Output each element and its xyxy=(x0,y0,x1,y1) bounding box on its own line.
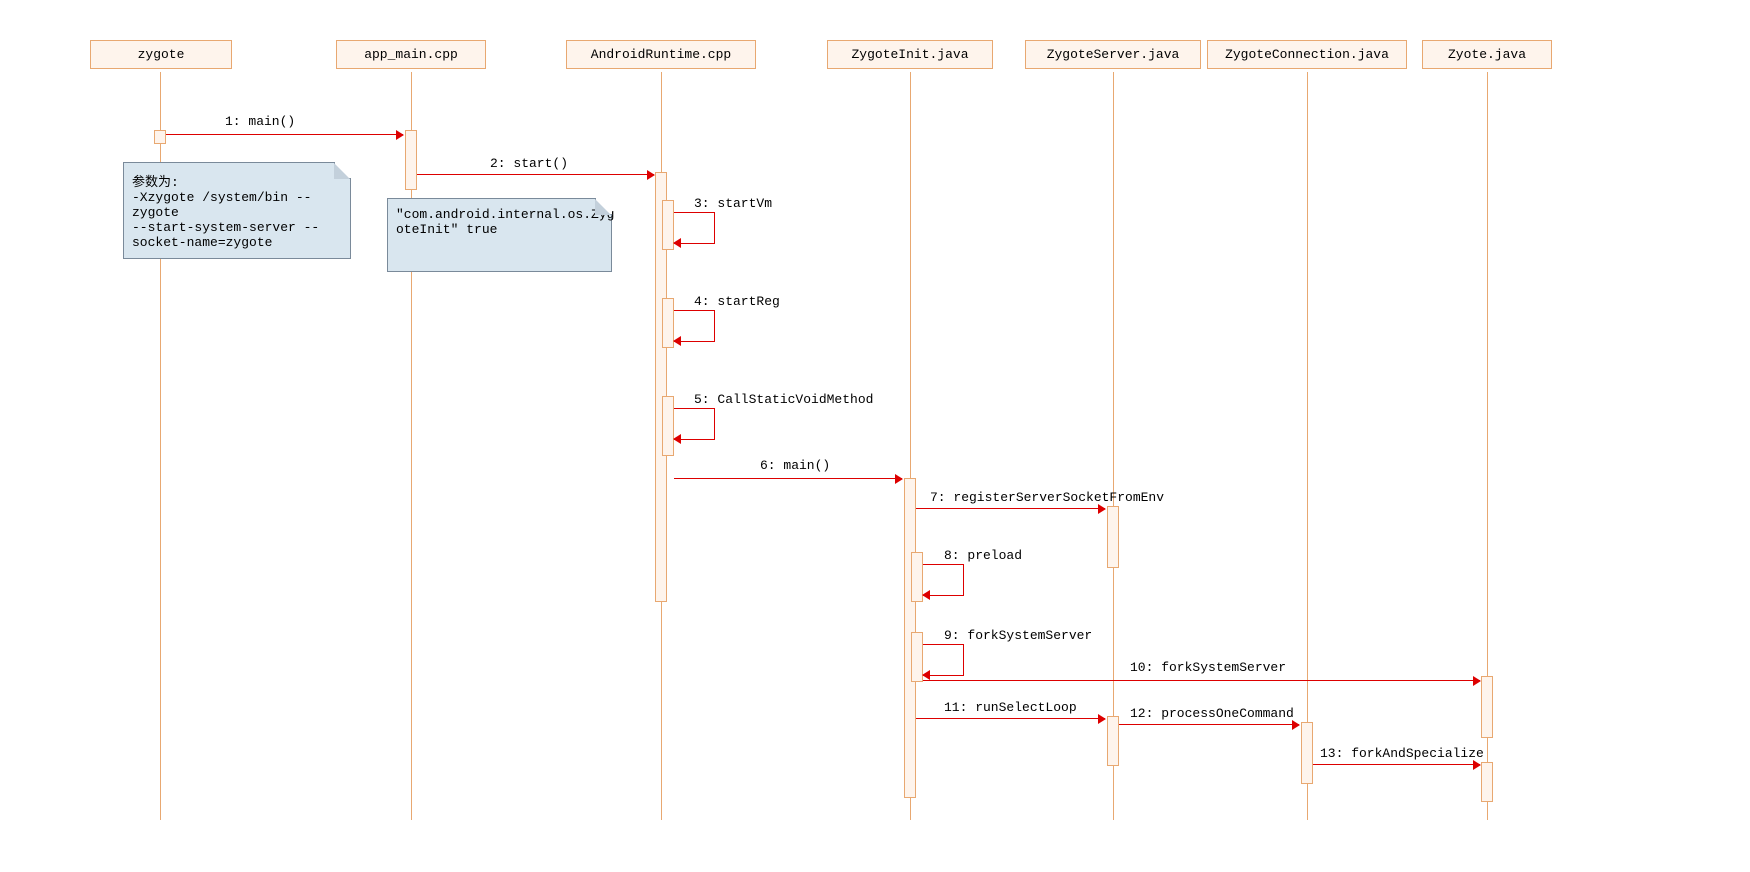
msg-label-8: 8: preload xyxy=(944,548,1022,563)
participant-zygoteserver: ZygoteServer.java xyxy=(1025,40,1201,69)
note-line: "com.android.internal.os.Zyg xyxy=(396,207,603,222)
participant-label: zygote xyxy=(138,47,185,62)
msg-label-3: 3: startVm xyxy=(694,196,772,211)
self-arrow-8 xyxy=(923,564,964,596)
participant-zygoteinit: ZygoteInit.java xyxy=(827,40,993,69)
note-fold-icon xyxy=(595,198,612,215)
msg-label-9: 9: forkSystemServer xyxy=(944,628,1092,643)
activation-zyote xyxy=(1481,676,1493,738)
msg-label-12: 12: processOneCommand xyxy=(1130,706,1294,721)
participant-androidruntime: AndroidRuntime.cpp xyxy=(566,40,756,69)
msg-label-4: 4: startReg xyxy=(694,294,780,309)
msg-label-11: 11: runSelectLoop xyxy=(944,700,1077,715)
msg-label-6: 6: main() xyxy=(760,458,830,473)
activation-zyote2 xyxy=(1481,762,1493,802)
activation-zygoteserver xyxy=(1107,506,1119,568)
note-line: oteInit" true xyxy=(396,222,603,237)
lifeline-zygoteconn xyxy=(1307,72,1308,820)
activation-androidruntime-callstatic xyxy=(662,396,674,456)
participant-appmain: app_main.cpp xyxy=(336,40,486,69)
msg-label-13: 13: forkAndSpecialize xyxy=(1320,746,1484,761)
activation-appmain xyxy=(405,130,417,190)
msg-label-2: 2: start() xyxy=(490,156,568,171)
lifeline-zygoteserver xyxy=(1113,72,1114,820)
activation-zygoteconn xyxy=(1301,722,1313,784)
note-line: socket-name=zygote xyxy=(132,235,342,250)
note-start-params: "com.android.internal.os.Zyg oteInit" tr… xyxy=(387,198,612,272)
msg-label-5: 5: CallStaticVoidMethod xyxy=(694,392,873,407)
participant-zyote: Zyote.java xyxy=(1422,40,1552,69)
participant-label: app_main.cpp xyxy=(364,47,458,62)
arrow-7 xyxy=(916,508,1105,509)
participant-label: ZygoteServer.java xyxy=(1047,47,1180,62)
self-arrow-9 xyxy=(923,644,964,676)
arrow-1 xyxy=(166,134,403,135)
self-arrow-4 xyxy=(674,310,715,342)
activation-zygote xyxy=(154,130,166,144)
participant-label: Zyote.java xyxy=(1448,47,1526,62)
arrow-10 xyxy=(923,680,1480,681)
arrow-2 xyxy=(417,174,654,175)
arrow-6 xyxy=(674,478,902,479)
note-line: 参数为: xyxy=(132,171,342,190)
participant-zygote: zygote xyxy=(90,40,232,69)
note-line: --start-system-server -- xyxy=(132,220,342,235)
note-fold-icon xyxy=(334,162,351,179)
participant-zygoteconn: ZygoteConnection.java xyxy=(1207,40,1407,69)
arrow-12 xyxy=(1119,724,1299,725)
self-arrow-3 xyxy=(674,212,715,244)
msg-label-7: 7: registerServerSocketFromEnv xyxy=(930,490,1164,505)
participant-label: ZygoteConnection.java xyxy=(1225,47,1389,62)
self-arrow-5 xyxy=(674,408,715,440)
msg-label-10: 10: forkSystemServer xyxy=(1130,660,1286,675)
activation-zygoteserver2 xyxy=(1107,716,1119,766)
arrow-11 xyxy=(916,718,1105,719)
participant-label: ZygoteInit.java xyxy=(851,47,968,62)
participant-label: AndroidRuntime.cpp xyxy=(591,47,731,62)
arrow-13 xyxy=(1313,764,1480,765)
msg-label-1: 1: main() xyxy=(225,114,295,129)
note-line: -Xzygote /system/bin --zygote xyxy=(132,190,342,220)
note-zygote-params: 参数为: -Xzygote /system/bin --zygote --sta… xyxy=(123,162,351,259)
